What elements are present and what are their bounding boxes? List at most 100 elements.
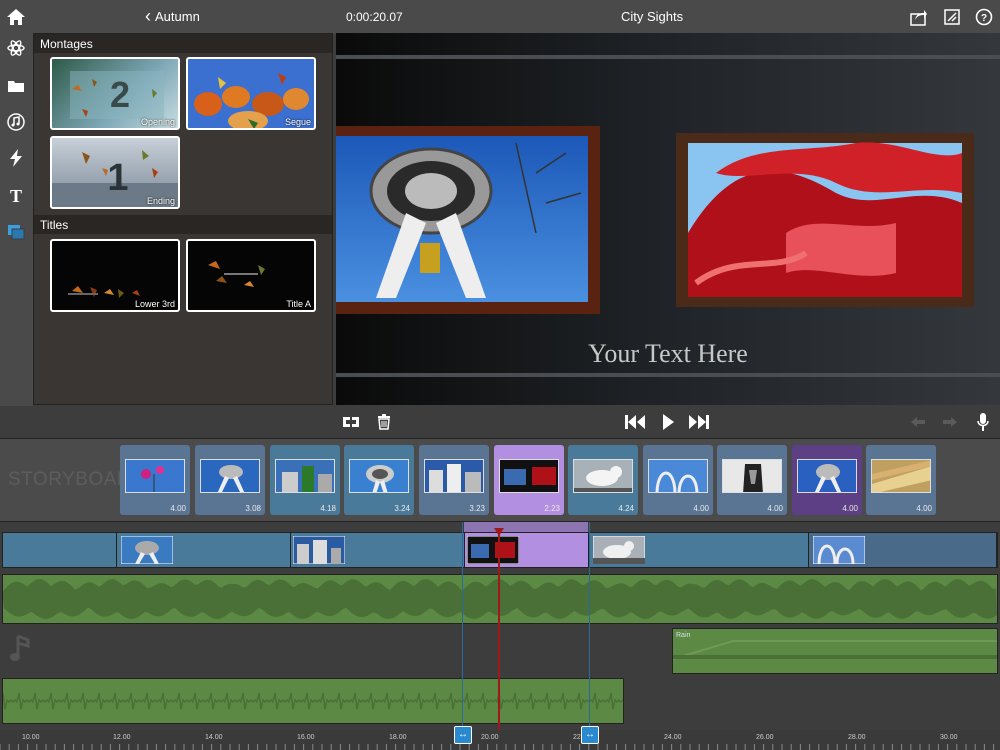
clip-duration: 4.24 (618, 504, 634, 513)
montage-ending-thumb[interactable]: 1 Ending (50, 136, 180, 209)
storyboard-clip[interactable]: 3.08 (195, 445, 265, 515)
thumb-label: Title A (286, 299, 311, 309)
video-segment[interactable] (809, 533, 997, 567)
split-icon[interactable] (342, 415, 360, 429)
undo-icon[interactable] (910, 416, 926, 428)
thumb-label: Opening (140, 117, 175, 127)
trim-line-left (462, 522, 463, 732)
sculpture-image (688, 142, 962, 297)
microphone-icon[interactable] (976, 412, 990, 432)
timeline: Rain 10.00 12.00 14.00 16.00 18.00 20.00 22 24.… (0, 522, 1000, 750)
video-segment[interactable] (291, 533, 465, 567)
clip-thumb (293, 536, 345, 564)
clip-thumb (121, 536, 173, 564)
storyboard-clip[interactable]: 4.00 (120, 445, 190, 515)
skip-back-icon[interactable] (624, 414, 646, 430)
clip-thumb (467, 536, 519, 564)
clip-thumbnail (200, 459, 260, 493)
title-a-thumb[interactable]: Title A (186, 239, 316, 312)
montage-browser: Montages 2 Opening Segue 1 Ending Titles… (33, 33, 333, 405)
svg-text:1: 1 (107, 157, 128, 199)
text-icon[interactable]: T (6, 185, 26, 205)
ruler-tick-label: 14.00 (205, 734, 223, 741)
storyboard-clip-selected[interactable]: 2.23 (494, 445, 564, 515)
video-preview[interactable]: Your Text Here (336, 33, 1000, 405)
storyboard-clip[interactable]: 4.00 (643, 445, 713, 515)
clip-thumb (813, 536, 865, 564)
waveform (3, 579, 997, 619)
ruler-tick-label: 12.00 (113, 734, 131, 741)
video-segment-selected[interactable] (465, 533, 589, 567)
clip-thumbnail (275, 459, 335, 493)
video-segment[interactable] (117, 533, 291, 567)
play-icon[interactable] (660, 413, 676, 431)
ruler-tick-label: 10.00 (22, 734, 40, 741)
thumb-label: Lower 3rd (134, 299, 175, 309)
home-icon[interactable] (6, 7, 26, 27)
lightning-icon[interactable] (6, 148, 26, 168)
storyboard-clip[interactable]: 3.24 (344, 445, 414, 515)
playhead-marker (494, 528, 504, 536)
audio-clip-rain[interactable]: Rain (672, 628, 998, 674)
redo-icon[interactable] (942, 416, 958, 428)
video-segment[interactable] (3, 533, 117, 567)
audio-track-3[interactable] (2, 678, 624, 724)
storyboard-clip[interactable]: 4.00 (792, 445, 862, 515)
folder-icon[interactable] (6, 76, 26, 96)
ruler-tick-label: 30.00 (940, 734, 958, 741)
clip-thumbnail (499, 459, 559, 493)
storyboard: STORYBOAR 4.00 3.08 4.18 3.24 3.23 2.23 4.24 4.… (0, 438, 1000, 522)
clip-thumbnail (871, 459, 931, 493)
ruler-tick-label: 22 (573, 734, 581, 741)
video-track[interactable] (2, 532, 998, 568)
storyboard-clip[interactable]: 4.24 (568, 445, 638, 515)
clip-thumbnail (648, 459, 708, 493)
title-lower3rd-thumb[interactable]: Lower 3rd (50, 239, 180, 312)
share-icon[interactable] (910, 8, 928, 26)
storyboard-clip[interactable]: 4.00 (866, 445, 936, 515)
clip-duration: 4.00 (767, 504, 783, 513)
montage-icon[interactable] (6, 222, 26, 242)
clip-duration: 4.00 (842, 504, 858, 513)
svg-text:2: 2 (110, 74, 130, 115)
storyboard-clip[interactable]: 3.23 (419, 445, 489, 515)
storyboard-label: STORYBOAR (8, 469, 132, 490)
playhead[interactable] (498, 530, 500, 730)
timecode: 0:00:20.07 (346, 10, 403, 24)
trash-icon[interactable] (376, 414, 392, 430)
video-segment[interactable] (589, 533, 809, 567)
thumb-label: Ending (146, 196, 175, 206)
ruler-tick-label: 18.00 (389, 734, 407, 741)
selection-tab (464, 522, 588, 532)
ruler-tick-label: 24.00 (664, 734, 682, 741)
skip-forward-icon[interactable] (688, 414, 710, 430)
montage-opening-thumb[interactable]: 2 Opening (50, 57, 180, 130)
settings-icon[interactable] (944, 9, 960, 25)
help-icon[interactable]: ? (975, 8, 993, 26)
montages-header: Montages (34, 34, 332, 53)
storyboard-clip[interactable]: 4.00 (717, 445, 787, 515)
trim-handle-right[interactable]: ↔ (581, 726, 599, 744)
project-title: City Sights (621, 9, 684, 24)
clip-duration: 4.00 (916, 504, 932, 513)
ruler-tick-label: 20.00 (481, 734, 499, 741)
clip-thumbnail (722, 459, 782, 493)
transport-controls (0, 406, 1000, 438)
overlay-text[interactable]: Your Text Here (336, 339, 1000, 369)
storyboard-clip[interactable]: 4.18 (270, 445, 340, 515)
svg-text:T: T (10, 186, 22, 205)
ruler-tick-label: 16.00 (297, 734, 315, 741)
waveform (673, 640, 997, 660)
svg-text:?: ? (981, 13, 987, 24)
audio-track-1[interactable] (2, 574, 998, 624)
trim-handle-left[interactable]: ↔ (454, 726, 472, 744)
montage-segue-thumb[interactable]: Segue (186, 57, 316, 130)
clip-duration: 3.08 (245, 504, 261, 513)
music-icon[interactable] (6, 112, 26, 132)
music-note-icon (10, 634, 30, 661)
effects-icon[interactable] (6, 38, 26, 58)
back-button[interactable]: ‹ Autumn (145, 7, 200, 25)
clip-thumbnail (797, 459, 857, 493)
ruler-tick-label: 26.00 (756, 734, 774, 741)
clip-thumbnail (349, 459, 409, 493)
